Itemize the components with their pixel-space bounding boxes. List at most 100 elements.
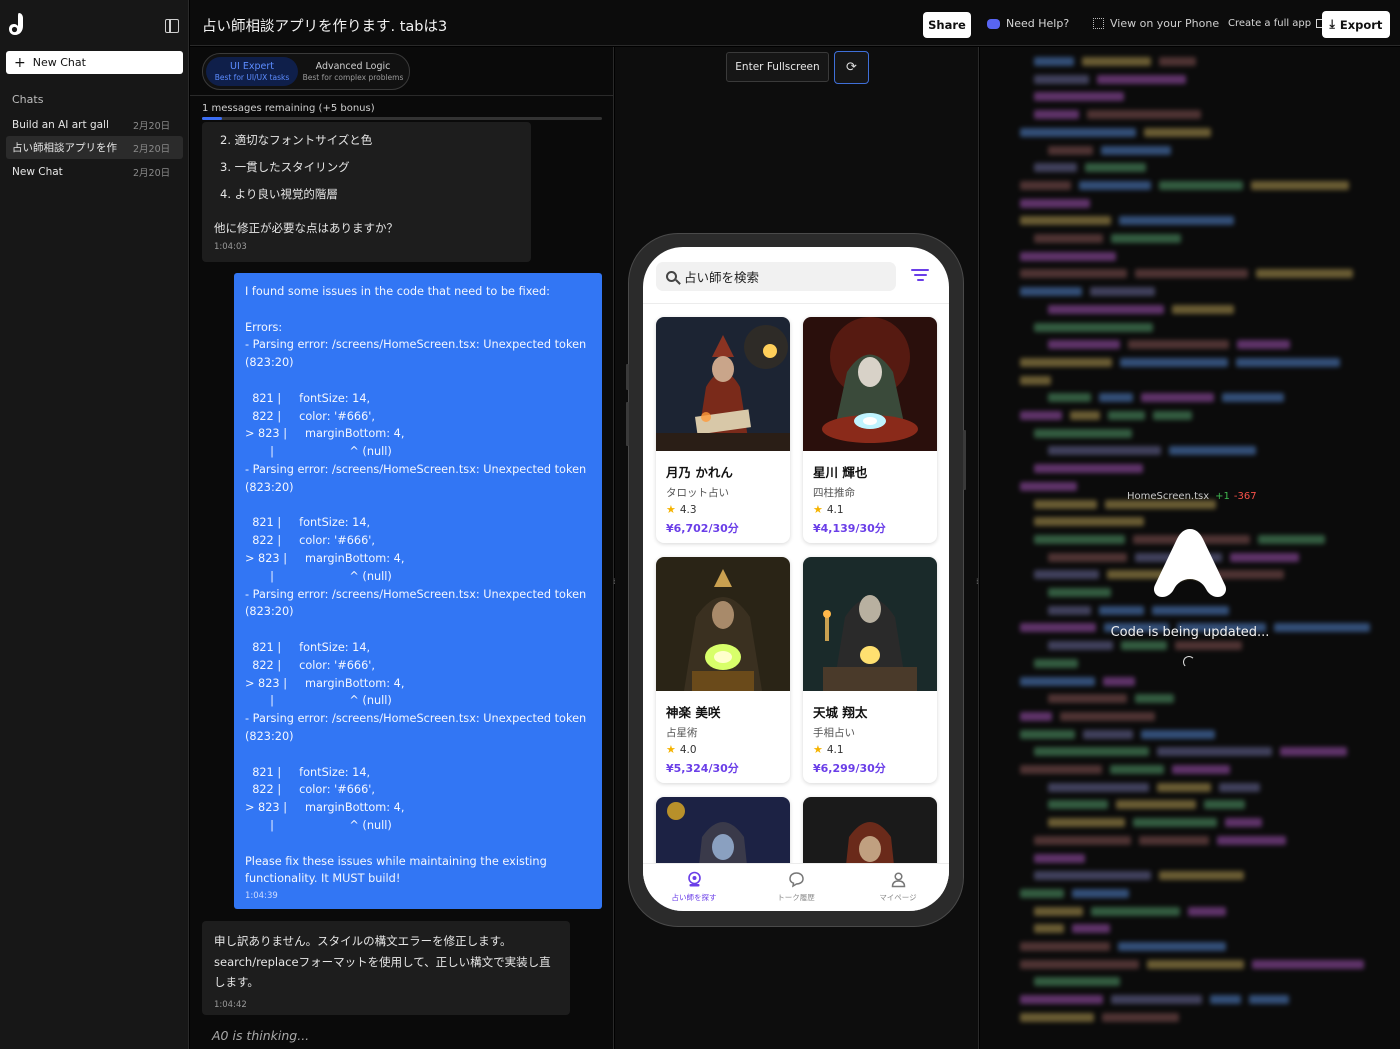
code-token [1120,357,1228,367]
sidebar-collapse-icon[interactable] [165,19,179,33]
discord-icon [987,18,1000,29]
preview-panel: Enter Fullscreen ⟳ ⁞ ⁞ 占い師を検索 月乃 かれん タロッ… [613,47,979,1049]
refresh-button[interactable]: ⟳ [834,51,869,84]
code-status: Code is being updated... [1110,625,1270,640]
code-token [1048,641,1113,651]
rating-value: 4.0 [679,744,697,756]
code-token [1222,393,1284,403]
app-logo[interactable] [8,12,30,36]
code-token [1175,641,1242,651]
code-token [1020,481,1077,491]
code-token [1020,251,1116,261]
fortune-teller-card[interactable]: 月乃 かれん タロット占い ★ 4.3 ¥6,702/30分 [656,317,790,543]
chat-title: New Chat [12,165,63,178]
code-token [1020,765,1102,774]
sidebar-chat-item[interactable]: Build an AI art gall 2月20日 [6,113,183,136]
mode-ui-expert[interactable]: UI Expert Best for UI/UX tasks [206,57,298,86]
mode-subtitle: Best for UI/UX tasks [214,73,290,82]
chat-bubble-icon [788,872,804,888]
sidebar-chat-item[interactable]: New Chat 2月20日 [6,160,183,183]
code-token [1159,871,1244,881]
divider [190,95,613,96]
code-token [1020,959,1139,969]
code-token [1172,304,1234,314]
code-token [1034,92,1124,102]
sidebar-chat-item-active[interactable]: 占い師相談アプリを作 2月20日 [6,136,183,159]
code-token [1048,304,1164,314]
share-button[interactable]: Share [923,12,971,38]
code-token [1048,605,1091,615]
code-token [1144,127,1211,137]
top-bar: 占い師相談アプリを作ります. tabは3 Share Need Help? Vi… [190,0,1400,46]
qr-code-icon [1093,18,1104,29]
resize-handle[interactable]: ⁞ [613,577,619,589]
code-token [1048,782,1149,792]
fortune-teller-card[interactable]: 星川 輝也 四柱推命 ★ 4.1 ¥4,139/30分 [803,317,937,543]
message-list: 2. 適切なフォントサイズと色 3. 一貫したスタイリング 4. より良い視覚的… [220,132,372,213]
price: ¥6,702/30分 [666,522,739,535]
code-token [1020,269,1127,279]
star-icon: ★ [666,503,676,516]
fortune-teller-specialty: 手相占い [813,727,855,739]
code-token [1251,180,1349,190]
phone-side-button [626,364,629,390]
code-token [1048,393,1091,403]
code-token [1252,959,1364,969]
tab-my-page[interactable]: マイページ [853,871,943,903]
tab-label: トーク履歴 [777,893,815,902]
code-token [1034,906,1083,916]
export-button[interactable]: ⤓ Export [1322,11,1390,38]
create-full-app-link[interactable]: Create a full app [1228,18,1326,29]
chats-heading: Chats [12,93,44,106]
phone-screen: 占い師を検索 月乃 かれん タロット占い ★ 4.3 ¥6,702/30分 星川… [643,247,949,911]
mode-subtitle: Best for complex problems [302,73,404,82]
price: ¥6,299/30分 [813,762,886,775]
message-timestamp: 1:04:42 [214,999,247,1010]
tab-chat-history[interactable]: トーク履歴 [751,871,841,903]
code-token [1087,110,1201,120]
tab-label: 占い師を探す [671,893,717,902]
fortune-teller-name: 天城 翔太 [813,705,868,720]
code-token [1048,588,1111,597]
filter-icon[interactable] [911,269,929,282]
code-token [1020,888,1064,898]
code-token [1116,800,1196,810]
chat-date: 2月20日 [133,120,171,132]
code-token [1034,57,1074,66]
fortune-teller-card[interactable]: 天城 翔太 手相占い ★ 4.1 ¥6,299/30分 [803,557,937,783]
crystal-ball-icon [687,871,701,887]
rating: ★ 4.1 [813,503,844,516]
code-token [1048,818,1125,828]
new-chat-button[interactable]: + New Chat [6,51,183,74]
person-icon [891,872,905,888]
code-token [1034,853,1085,863]
code-token [1070,411,1100,420]
fortune-teller-specialty: 占星術 [666,727,698,739]
divider [643,303,949,304]
code-token [1060,711,1155,721]
fortune-teller-portrait [656,557,790,691]
code-token [1034,322,1153,332]
code-token [1236,357,1340,367]
code-token [1034,234,1103,243]
thinking-indicator: A0 is thinking... [212,1028,310,1043]
code-token [1204,800,1245,810]
fortune-teller-name: 星川 輝也 [813,465,868,480]
code-token [1111,995,1202,1005]
view-on-phone-link[interactable]: View on your Phone [1093,17,1219,30]
enter-fullscreen-button[interactable]: Enter Fullscreen [726,52,829,82]
code-token [1119,216,1234,226]
page-title: 占い師相談アプリを作ります. tabは3 [202,19,448,35]
search-input[interactable]: 占い師を検索 [656,262,896,291]
tab-find-fortune-teller[interactable]: 占い師を探す [649,871,739,903]
code-token [1020,995,1103,1005]
mode-advanced-logic[interactable]: Advanced Logic Best for complex problems [301,57,405,86]
mode-toggle: UI Expert Best for UI/UX tasks Advanced … [202,53,410,90]
fortune-teller-card[interactable]: 神楽 美咲 占星術 ★ 4.0 ¥5,324/30分 [656,557,790,783]
code-token [1034,924,1064,934]
code-token [1020,198,1090,208]
need-help-link[interactable]: Need Help? [987,17,1069,30]
code-token [1020,375,1051,385]
code-token [1101,145,1171,155]
code-token [1020,287,1082,297]
